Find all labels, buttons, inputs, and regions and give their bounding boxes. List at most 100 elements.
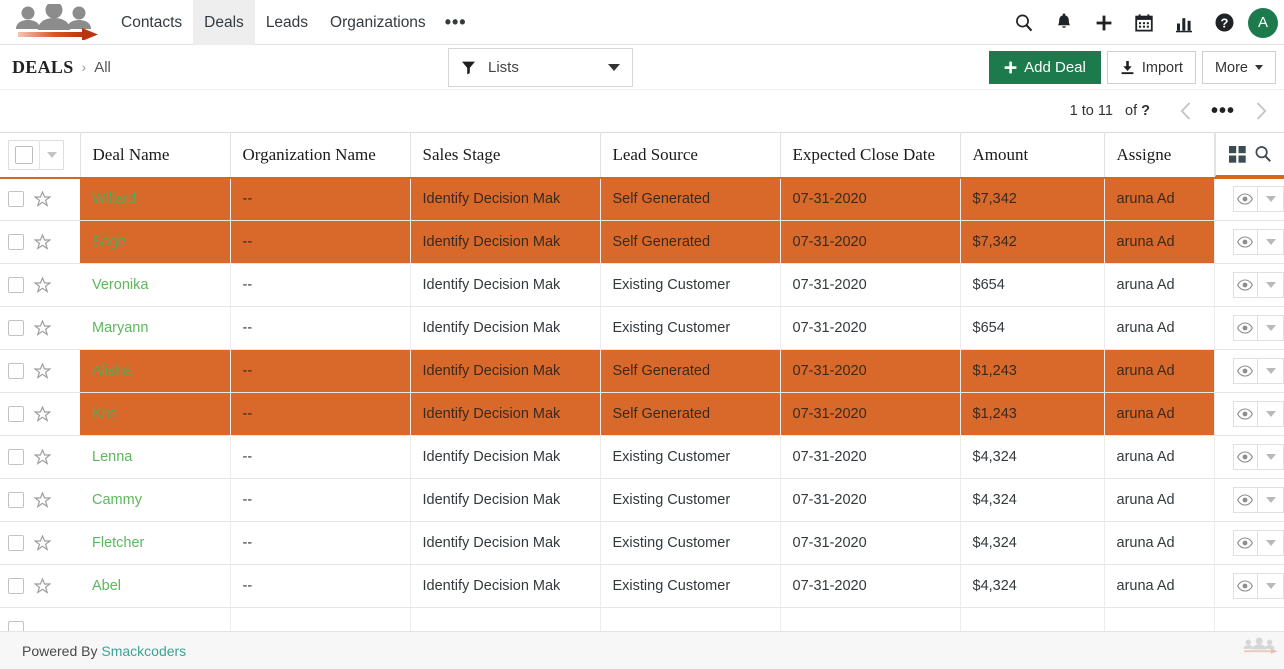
cell-close-date: 07-31-2020 <box>780 264 960 307</box>
add-deal-button[interactable]: Add Deal <box>989 51 1101 84</box>
favorite-star-icon[interactable] <box>34 535 51 552</box>
row-view-button[interactable] <box>1233 401 1259 427</box>
deal-name-link[interactable]: Maryann <box>92 320 148 336</box>
column-header-deal-name[interactable]: Deal Name <box>80 133 230 178</box>
deal-name-link[interactable]: Cammy <box>92 492 142 508</box>
row-view-button[interactable] <box>1233 229 1259 255</box>
select-all-checkbox[interactable] <box>15 146 33 164</box>
table-row[interactable]: Fletcher--Identify Decision MakExisting … <box>0 522 1284 565</box>
cell-sales-stage: Identify Decision Mak <box>410 479 600 522</box>
row-menu-button[interactable] <box>1258 573 1284 599</box>
row-checkbox[interactable] <box>8 234 24 250</box>
row-menu-button[interactable] <box>1258 229 1284 255</box>
cell-amount: $1,243 <box>960 350 1104 393</box>
deal-name-link[interactable]: Willard <box>92 191 136 207</box>
nav-link-leads[interactable]: Leads <box>255 0 319 45</box>
lists-dropdown[interactable]: Lists <box>448 48 633 87</box>
row-view-button[interactable] <box>1233 186 1259 212</box>
row-view-button[interactable] <box>1233 530 1259 556</box>
favorite-star-icon[interactable] <box>34 406 51 423</box>
row-checkbox[interactable] <box>8 449 24 465</box>
favorite-star-icon[interactable] <box>34 492 51 509</box>
row-checkbox[interactable] <box>8 535 24 551</box>
column-header-amount[interactable]: Amount <box>960 133 1104 178</box>
deal-name-link[interactable]: Veronika <box>92 277 148 293</box>
row-checkbox[interactable] <box>8 320 24 336</box>
row-view-button[interactable] <box>1233 272 1259 298</box>
nav-link-organizations[interactable]: Organizations <box>319 0 437 45</box>
favorite-star-icon[interactable] <box>34 320 51 337</box>
help-icon[interactable]: ? <box>1204 0 1244 45</box>
row-menu-button[interactable] <box>1258 186 1284 212</box>
column-header-assigned-to[interactable]: Assigne <box>1104 133 1214 178</box>
deal-name-link[interactable]: Sage <box>92 234 126 250</box>
deal-name-link[interactable]: Abel <box>92 578 121 594</box>
select-all-dropdown[interactable] <box>40 152 63 158</box>
row-checkbox[interactable] <box>8 277 24 293</box>
table-row[interactable]: Alisha--Identify Decision MakSelf Genera… <box>0 350 1284 393</box>
column-header-lead-source[interactable]: Lead Source <box>600 133 780 178</box>
vendor-link[interactable]: Smackcoders <box>101 643 186 659</box>
table-row[interactable]: Kris--Identify Decision MakSelf Generate… <box>0 393 1284 436</box>
pagination-next-button[interactable] <box>1244 94 1278 128</box>
row-menu-button[interactable] <box>1258 315 1284 341</box>
table-row[interactable]: Sage--Identify Decision MakSelf Generate… <box>0 221 1284 264</box>
column-header-organization[interactable]: Organization Name <box>230 133 410 178</box>
row-menu-button[interactable] <box>1258 401 1284 427</box>
more-button[interactable]: More <box>1202 51 1276 84</box>
nav-link-deals[interactable]: Deals <box>193 0 255 45</box>
table-row[interactable]: Abel--Identify Decision MakExisting Cust… <box>0 565 1284 608</box>
bell-icon[interactable] <box>1044 0 1084 45</box>
row-view-button[interactable] <box>1233 487 1259 513</box>
calendar-icon[interactable] <box>1124 0 1164 45</box>
deal-name-link[interactable]: Kris <box>92 406 117 422</box>
row-view-button[interactable] <box>1233 573 1259 599</box>
row-view-button[interactable] <box>1233 358 1259 384</box>
favorite-star-icon[interactable] <box>34 234 51 251</box>
avatar[interactable]: A <box>1248 8 1278 38</box>
table-row[interactable]: Willard--Identify Decision MakSelf Gener… <box>0 178 1284 221</box>
deal-name-link[interactable]: Lenna <box>92 449 132 465</box>
row-menu-button[interactable] <box>1258 272 1284 298</box>
column-header-close-date[interactable]: Expected Close Date <box>780 133 960 178</box>
row-menu-button[interactable] <box>1258 530 1284 556</box>
row-checkbox[interactable] <box>8 363 24 379</box>
row-checkbox[interactable] <box>8 191 24 207</box>
favorite-star-icon[interactable] <box>34 277 51 294</box>
row-menu-button[interactable] <box>1258 444 1284 470</box>
pagination-more-button[interactable]: ••• <box>1206 94 1240 128</box>
grid-icon[interactable] <box>1229 146 1246 163</box>
row-menu-button[interactable] <box>1258 487 1284 513</box>
row-menu-button[interactable] <box>1258 358 1284 384</box>
chart-icon[interactable] <box>1164 0 1204 45</box>
search-icon[interactable] <box>1254 145 1272 163</box>
deal-name-link[interactable]: Fletcher <box>92 535 144 551</box>
row-checkbox[interactable] <box>8 492 24 508</box>
table-row[interactable]: Cammy--Identify Decision MakExisting Cus… <box>0 479 1284 522</box>
select-all-header <box>0 133 80 178</box>
brand-logo[interactable] <box>6 0 106 45</box>
row-view-button[interactable] <box>1233 315 1259 341</box>
select-all-control <box>8 140 64 170</box>
favorite-star-icon[interactable] <box>34 449 51 466</box>
caret-down-icon <box>1266 239 1276 245</box>
favorite-star-icon[interactable] <box>34 191 51 208</box>
row-view-button[interactable] <box>1233 444 1259 470</box>
breadcrumb-current[interactable]: All <box>94 59 111 76</box>
breadcrumb-module[interactable]: DEALS <box>12 57 74 78</box>
deal-name-link[interactable]: Alisha <box>92 363 132 379</box>
table-row[interactable]: Lenna--Identify Decision MakExisting Cus… <box>0 436 1284 479</box>
table-row[interactable]: Maryann--Identify Decision MakExisting C… <box>0 307 1284 350</box>
favorite-star-icon[interactable] <box>34 363 51 380</box>
plus-icon[interactable] <box>1084 0 1124 45</box>
column-header-sales-stage[interactable]: Sales Stage <box>410 133 600 178</box>
favorite-star-icon[interactable] <box>34 578 51 595</box>
table-row[interactable]: Veronika--Identify Decision MakExisting … <box>0 264 1284 307</box>
import-button[interactable]: Import <box>1107 51 1196 84</box>
row-checkbox[interactable] <box>8 406 24 422</box>
nav-more-button[interactable]: ••• <box>437 0 475 45</box>
pagination-prev-button[interactable] <box>1168 94 1202 128</box>
row-checkbox[interactable] <box>8 578 24 594</box>
nav-link-contacts[interactable]: Contacts <box>110 0 193 45</box>
search-icon[interactable] <box>1004 0 1044 45</box>
